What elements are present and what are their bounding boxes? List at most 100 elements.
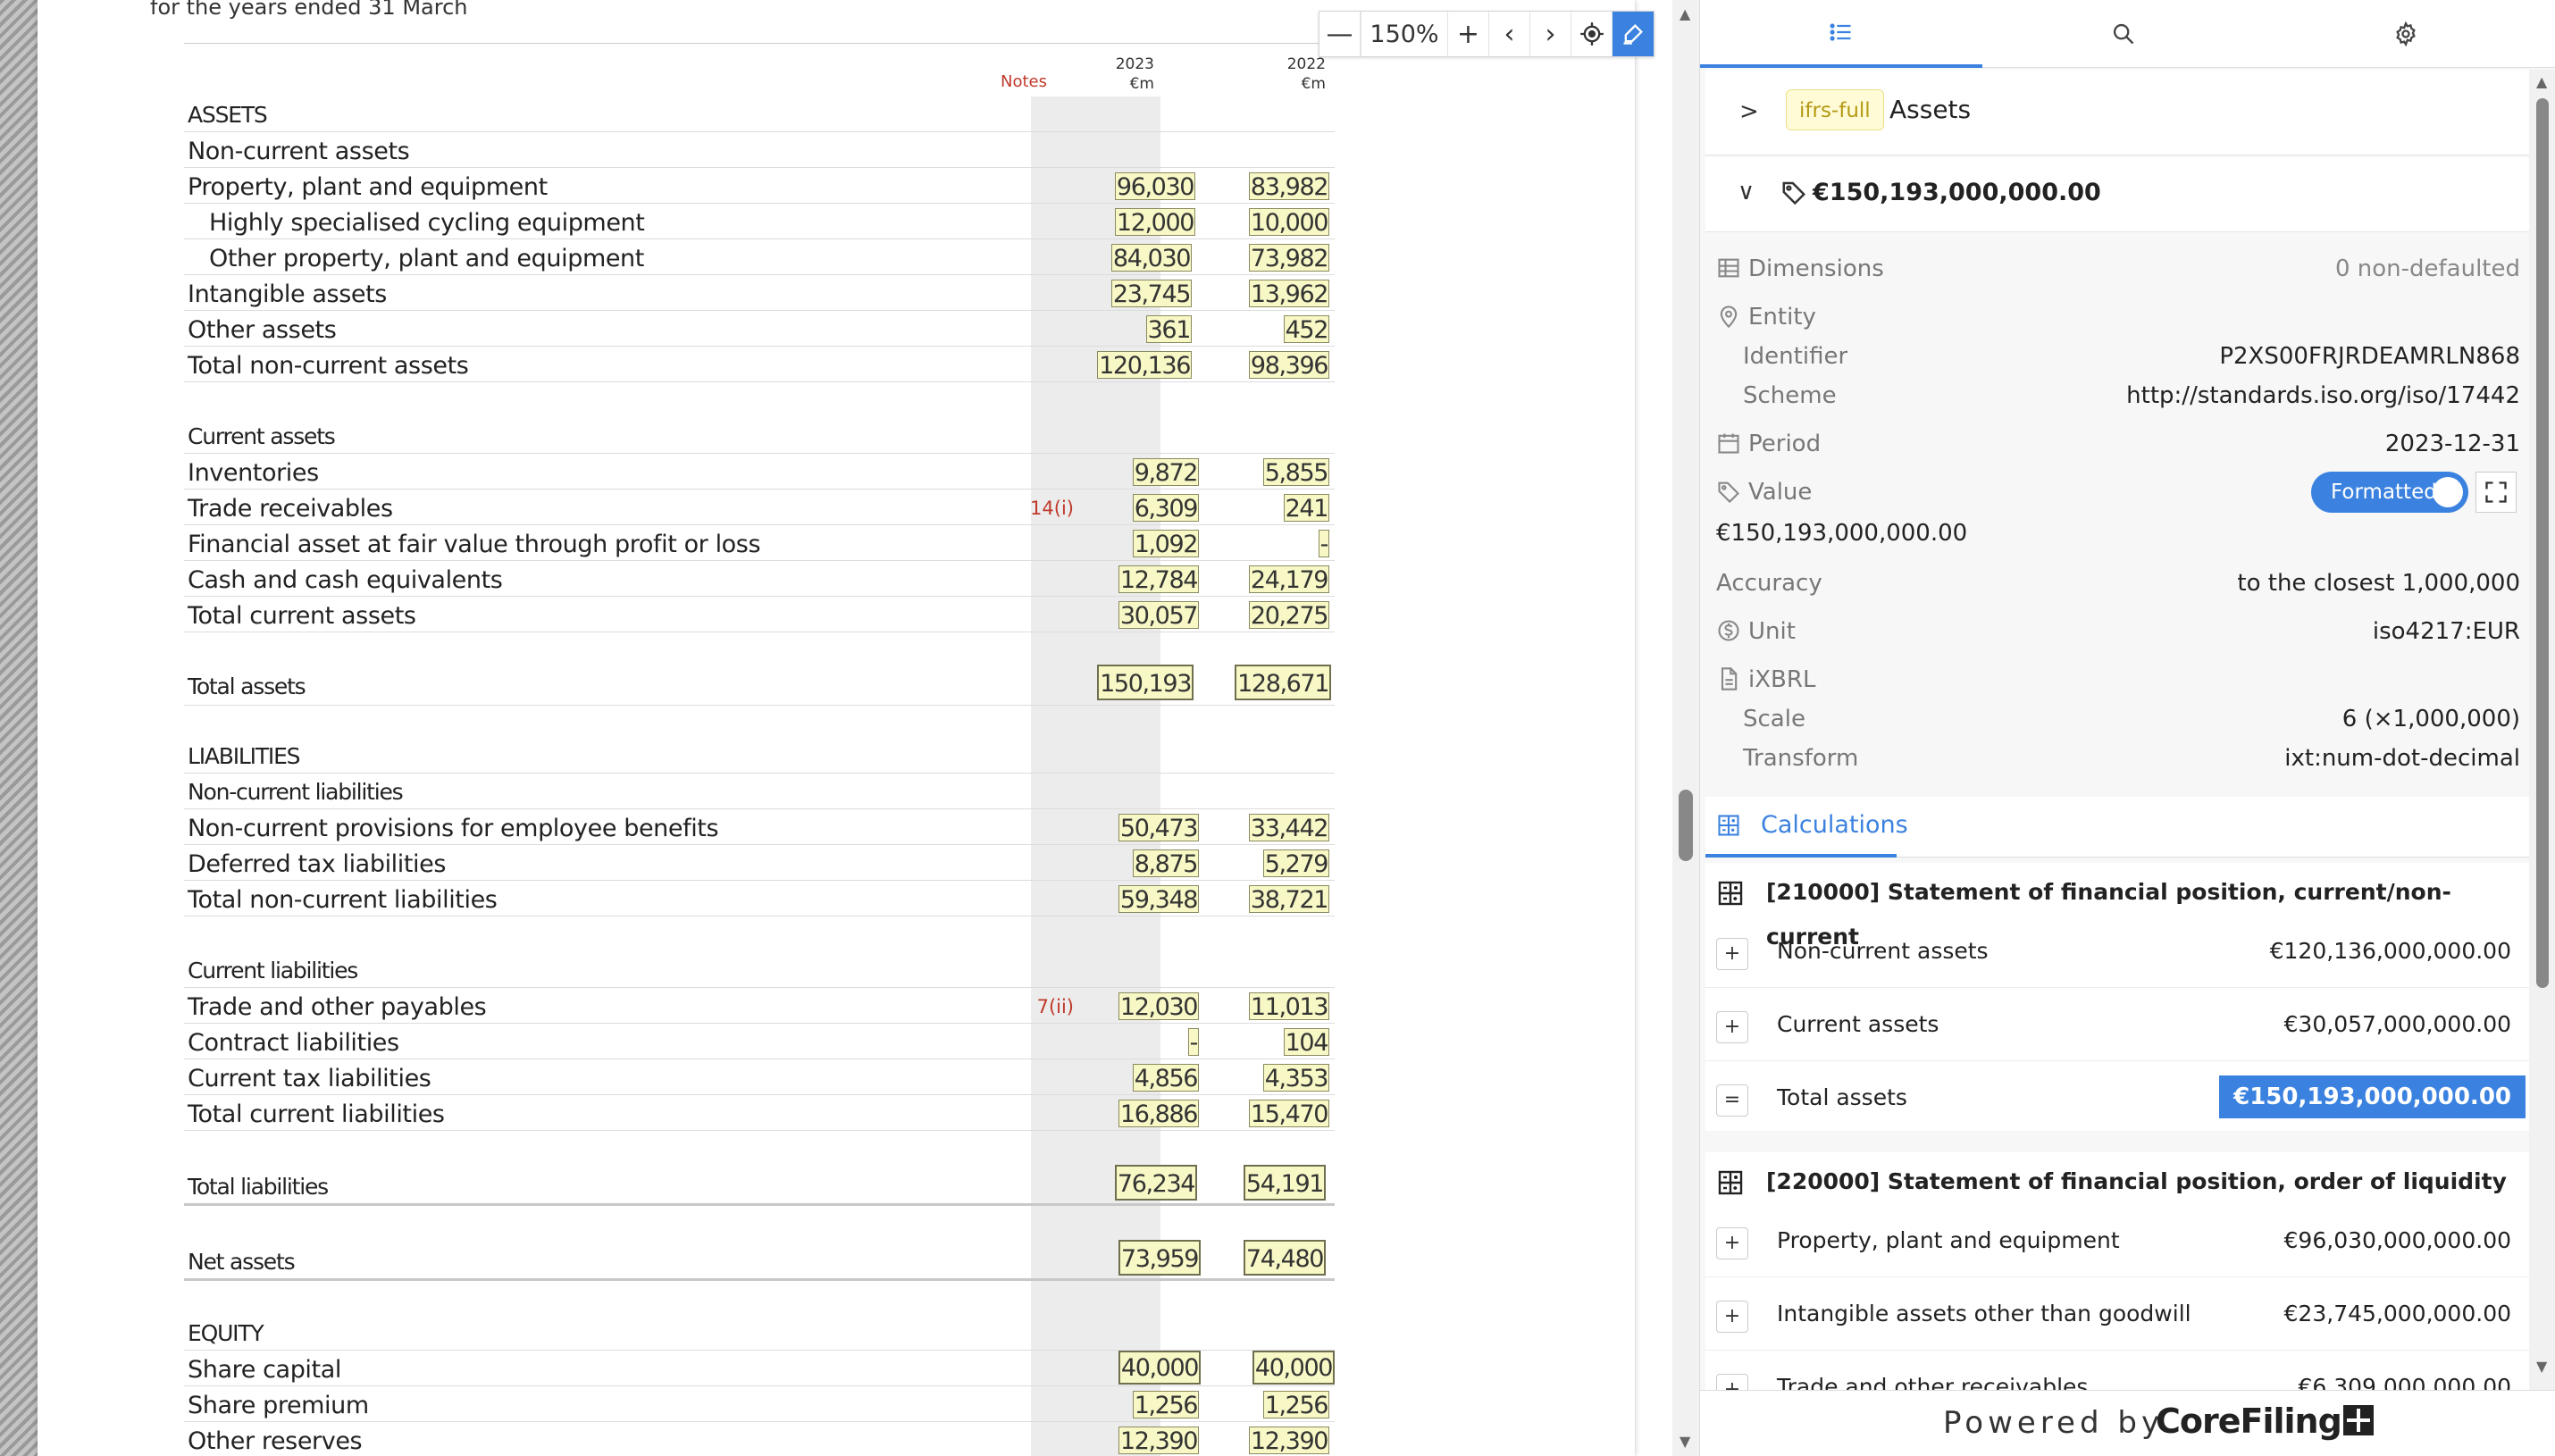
fact-value-2023[interactable]: 50,473 [1118,814,1199,842]
identifier-row: Identifier P2XS00FRJRDEAMRLN868 [1716,339,2520,375]
fact-value-2023[interactable]: 12,000 [1114,208,1195,237]
fact-value-2022[interactable]: 40,000 [1252,1351,1335,1385]
fact-value-2023[interactable]: 1,092 [1132,530,1199,558]
fact-value-2023[interactable]: 12,784 [1118,565,1199,594]
fact-value-2022[interactable]: 33,442 [1248,814,1329,842]
statement-row: Total non-current liabilities 59,348 38,… [184,881,1335,916]
fact-value-2023[interactable]: 120,136 [1097,351,1192,380]
locate-button[interactable] [1571,12,1613,56]
fact-value-2022[interactable]: 5,279 [1262,849,1329,878]
statement-row: LIABILITIES [184,738,1335,774]
calculation-item[interactable]: + Current assets €30,057,000,000.00 [1705,992,2529,1061]
row-label: ASSETS [188,102,268,128]
fact-value-2023[interactable]: 12,390 [1118,1427,1199,1455]
fact-value-2023[interactable]: 9,872 [1132,458,1199,487]
fact-value-2022[interactable]: 15,470 [1248,1100,1329,1128]
inspector-scrollbar-thumb[interactable] [2536,98,2549,988]
row-label: EQUITY [188,1320,264,1346]
fact-value-2023[interactable]: 6,309 [1132,494,1199,523]
fact-value-2022[interactable]: 241 [1283,494,1329,523]
calculator-icon [1718,815,1739,836]
row-label: Cash and cash equivalents [188,566,503,594]
fact-value-2023[interactable]: 23,745 [1110,280,1192,308]
fact-value-2022[interactable]: 5,855 [1262,458,1329,487]
zoom-out-button[interactable]: — [1319,12,1361,56]
fact-value-2022[interactable]: 1,256 [1262,1391,1329,1419]
scroll-down-arrow-icon[interactable]: ▼ [2536,1358,2547,1375]
tag-icon [1718,481,1739,504]
fact-header[interactable]: ∨ €150,193,000,000.00 [1705,157,2529,232]
note-reference[interactable]: 14(i) [1030,498,1074,519]
fact-value-2023[interactable]: 73,959 [1118,1240,1201,1276]
fact-value-2022[interactable]: 452 [1283,315,1329,344]
chevron-down-icon[interactable]: ∨ [1738,179,1755,205]
zoom-in-button[interactable]: + [1448,12,1489,56]
fact-value-2023[interactable]: 8,875 [1132,849,1199,878]
fact-value-2023[interactable]: 59,348 [1118,885,1199,914]
fact-value-2022[interactable]: 12,390 [1248,1427,1329,1455]
inspector-scrollbar[interactable]: ▲ ▼ [2529,70,2555,1392]
fact-value-2023[interactable]: 150,193 [1097,665,1194,700]
fact-value-2022[interactable]: 83,982 [1248,172,1329,201]
tab-search[interactable] [1982,0,2265,68]
fact-value-2023[interactable]: 84,030 [1110,244,1192,272]
corefiling-logo[interactable]: CoreFiling [2156,1402,2374,1441]
previous-button[interactable]: ‹ [1489,12,1530,56]
fact-value-2023[interactable]: 1,256 [1132,1391,1199,1419]
highlight-button[interactable] [1613,12,1654,56]
calculation-total[interactable]: = Total assets €150,193,000,000.00 [1705,1065,2529,1134]
fact-value-2022[interactable]: 73,982 [1248,244,1329,272]
fact-value-2022[interactable]: 104 [1283,1028,1329,1057]
fact-value-2022[interactable]: 13,962 [1248,280,1329,308]
scroll-up-arrow-icon[interactable]: ▲ [1680,5,1690,22]
scroll-down-arrow-icon[interactable]: ▼ [1680,1433,1690,1450]
fact-value-2022[interactable]: 11,013 [1248,992,1329,1021]
list-icon [1830,23,1851,41]
fact-value-2023[interactable]: 16,886 [1118,1100,1199,1128]
calculation-item[interactable]: + Trade and other receivables €6,309,000… [1705,1354,2529,1390]
fact-value-2022[interactable]: - [1318,530,1329,558]
fact-inspector: > ifrs-full Assets ∨ €150,193,000,000.00… [1699,0,2555,1456]
scroll-up-arrow-icon[interactable]: ▲ [2536,73,2547,90]
fact-value-2022[interactable]: 98,396 [1248,351,1329,380]
row-label: Total current assets [188,602,416,630]
fact-value-2022[interactable]: 20,275 [1248,601,1329,630]
fact-value-2022[interactable]: 4,353 [1262,1064,1329,1092]
statement-row: Total current liabilities 16,886 15,470 [184,1095,1335,1131]
calculation-item[interactable]: + Non-current assets €120,136,000,000.00 [1705,918,2529,988]
fact-value-2023[interactable]: 30,057 [1118,601,1199,630]
expand-value-button[interactable] [2475,472,2517,513]
calculation-block: [220000] Statement of financial position… [1705,1152,2529,1390]
fact-value-2023[interactable]: 4,856 [1132,1064,1199,1092]
viewer-scrollbar[interactable]: ▲ ▼ [1672,0,1699,1456]
chevron-right-icon[interactable]: > [1739,98,1759,125]
tab-outline[interactable] [1700,0,1982,68]
calculation-item-value: €96,030,000,000.00 [2283,1227,2511,1253]
fact-value-2023[interactable]: 361 [1145,315,1192,344]
fact-value-2023[interactable]: 40,000 [1118,1351,1201,1385]
zoom-level[interactable]: 150% [1361,12,1448,56]
tab-calculations[interactable]: Calculations [1705,797,1908,858]
note-reference[interactable]: 7(ii) [1037,996,1074,1017]
fact-value-2022[interactable]: 24,179 [1248,565,1329,594]
fact-value-2022[interactable]: 128,671 [1235,665,1331,700]
tab-settings[interactable] [2265,0,2547,68]
fact-value-2023[interactable]: 12,030 [1118,992,1199,1021]
fact-value-2023[interactable]: 96,030 [1114,172,1195,201]
fact-value-2022[interactable]: 54,191 [1243,1165,1326,1201]
fact-value-2023[interactable]: - [1187,1028,1199,1057]
row-label: Current tax liabilities [188,1065,431,1092]
fact-value-2022[interactable]: 38,721 [1248,885,1329,914]
fact-value-2022[interactable]: 74,480 [1243,1240,1326,1276]
fact-value-2023[interactable]: 76,234 [1114,1165,1197,1201]
statement-row: Deferred tax liabilities 8,875 5,279 [184,845,1335,881]
fact-value-2022[interactable]: 10,000 [1248,208,1329,237]
concept-header[interactable]: > ifrs-full Assets [1705,70,2529,155]
calculation-item[interactable]: + Property, plant and equipment €96,030,… [1705,1208,2529,1277]
calculation-item[interactable]: + Intangible assets other than goodwill … [1705,1281,2529,1351]
next-button[interactable]: › [1530,12,1571,56]
formatted-toggle[interactable]: Formatted [2311,472,2468,513]
viewer-scrollbar-thumb[interactable] [1679,790,1693,861]
calendar-icon [1718,433,1739,454]
year-2023-unit: €m [1129,75,1154,93]
